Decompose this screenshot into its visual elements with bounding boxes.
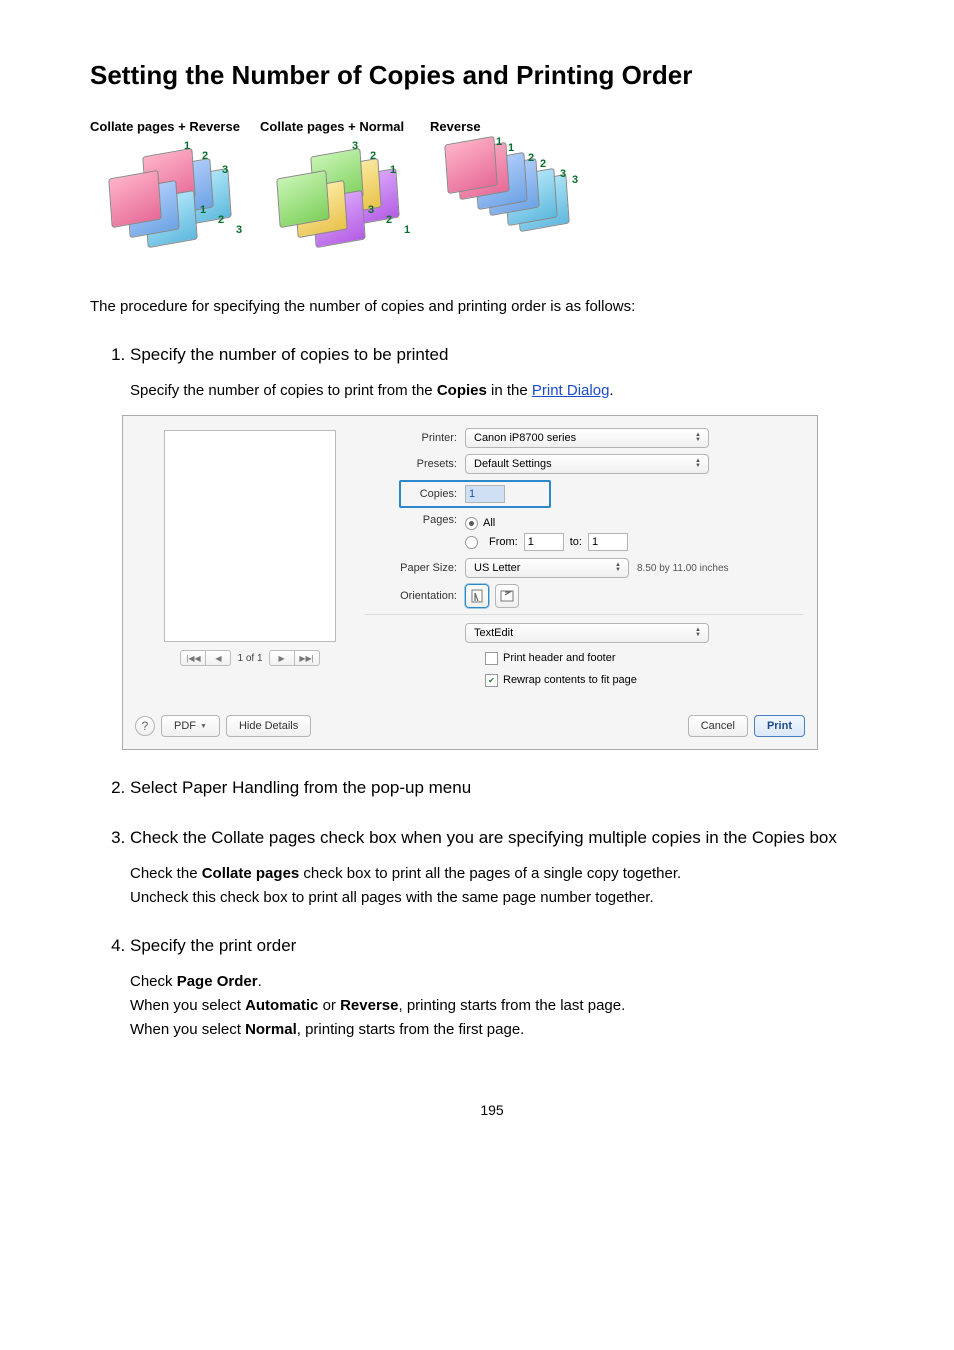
- step-1-body: Specify the number of copies to print fr…: [130, 379, 894, 403]
- rewrap-label: Rewrap contents to fit page: [503, 674, 637, 686]
- orientation-portrait-icon[interactable]: [465, 584, 489, 608]
- nav-page-text: 1 of 1: [237, 653, 262, 664]
- presets-select[interactable]: Default Settings ▲▼: [465, 454, 709, 474]
- print-button[interactable]: Print: [754, 715, 805, 737]
- chevron-updown-icon: ▲▼: [692, 433, 704, 443]
- page-title: Setting the Number of Copies and Printin…: [90, 60, 894, 91]
- graphic-reverse: 1 1 2 2 3 3: [426, 138, 586, 242]
- printer-select[interactable]: Canon iP8700 series ▲▼: [465, 428, 709, 448]
- nav-last-icon[interactable]: ▶▶|: [294, 651, 319, 665]
- help-button[interactable]: ?: [135, 716, 155, 736]
- chevron-updown-icon: ▲▼: [612, 563, 624, 573]
- orientation-landscape-icon[interactable]: [495, 584, 519, 608]
- step-3: Check the Collate pages check box when y…: [130, 828, 894, 910]
- orientation-label: Orientation:: [365, 590, 465, 602]
- step-2-title: Select Paper Handling from the pop-up me…: [130, 778, 471, 797]
- pages-from-label: From:: [489, 536, 518, 548]
- pages-all-radio[interactable]: [465, 517, 478, 530]
- graphic-collate-reverse: 1 2 3 1 2 3: [90, 138, 250, 242]
- printer-label: Printer:: [365, 432, 465, 444]
- graphics-row: 1 2 3 1 2 3 3 2 1 3 2 1: [90, 138, 894, 242]
- step-2: Select Paper Handling from the pop-up me…: [130, 778, 894, 798]
- step-1-title: Specify the number of copies to be print…: [130, 345, 448, 364]
- pane-select[interactable]: TextEdit ▲▼: [465, 623, 709, 643]
- presets-label: Presets:: [365, 458, 465, 470]
- step-3-body: Check the Collate pages check box to pri…: [130, 862, 894, 910]
- pages-to-input[interactable]: 1: [588, 533, 628, 551]
- step-3-title: Check the Collate pages check box when y…: [130, 828, 837, 847]
- step-1: Specify the number of copies to be print…: [130, 345, 894, 750]
- nav-first-icon[interactable]: |◀◀: [181, 651, 205, 665]
- copies-input[interactable]: 1: [465, 485, 505, 503]
- hide-details-button[interactable]: Hide Details: [226, 715, 311, 737]
- papersize-select[interactable]: US Letter ▲▼: [465, 558, 629, 578]
- step-4-title: Specify the print order: [130, 936, 296, 955]
- step-4: Specify the print order Check Page Order…: [130, 936, 894, 1042]
- nav-prev-icon[interactable]: ◀: [205, 651, 230, 665]
- label-collate-normal: Collate pages + Normal: [260, 119, 430, 134]
- rewrap-checkbox[interactable]: ✔: [485, 674, 498, 687]
- nav-next-icon[interactable]: ▶: [270, 651, 294, 665]
- pages-from-input[interactable]: 1: [524, 533, 564, 551]
- preview-nav: |◀◀ ◀ 1 of 1 ▶ ▶▶|: [180, 650, 319, 666]
- step-4-body: Check Page Order. When you select Automa…: [130, 970, 894, 1042]
- chevron-down-icon: ▼: [200, 723, 207, 730]
- pdf-button[interactable]: PDF▼: [161, 715, 220, 737]
- print-dialog: |◀◀ ◀ 1 of 1 ▶ ▶▶| Printer:: [122, 415, 818, 750]
- pages-all-text: All: [483, 517, 495, 529]
- label-collate-reverse: Collate pages + Reverse: [90, 119, 260, 134]
- cancel-button[interactable]: Cancel: [688, 715, 748, 737]
- pages-range-radio[interactable]: [465, 536, 478, 549]
- copies-label: Copies:: [405, 488, 465, 500]
- page-number: 195: [90, 1102, 894, 1118]
- pages-to-label: to:: [570, 536, 582, 548]
- pages-label: Pages:: [365, 514, 465, 526]
- print-preview: [164, 430, 336, 642]
- option-labels-row: Collate pages + Reverse Collate pages + …: [90, 119, 894, 134]
- print-dialog-link[interactable]: Print Dialog: [532, 382, 610, 399]
- print-header-footer-label: Print header and footer: [503, 652, 616, 664]
- chevron-updown-icon: ▲▼: [692, 459, 704, 469]
- graphic-collate-normal: 3 2 1 3 2 1: [258, 138, 418, 242]
- label-reverse: Reverse: [430, 119, 600, 134]
- intro-text: The procedure for specifying the number …: [90, 298, 894, 315]
- chevron-updown-icon: ▲▼: [692, 628, 704, 638]
- papersize-dim: 8.50 by 11.00 inches: [637, 563, 729, 574]
- papersize-label: Paper Size:: [365, 562, 465, 574]
- print-header-footer-checkbox[interactable]: [485, 652, 498, 665]
